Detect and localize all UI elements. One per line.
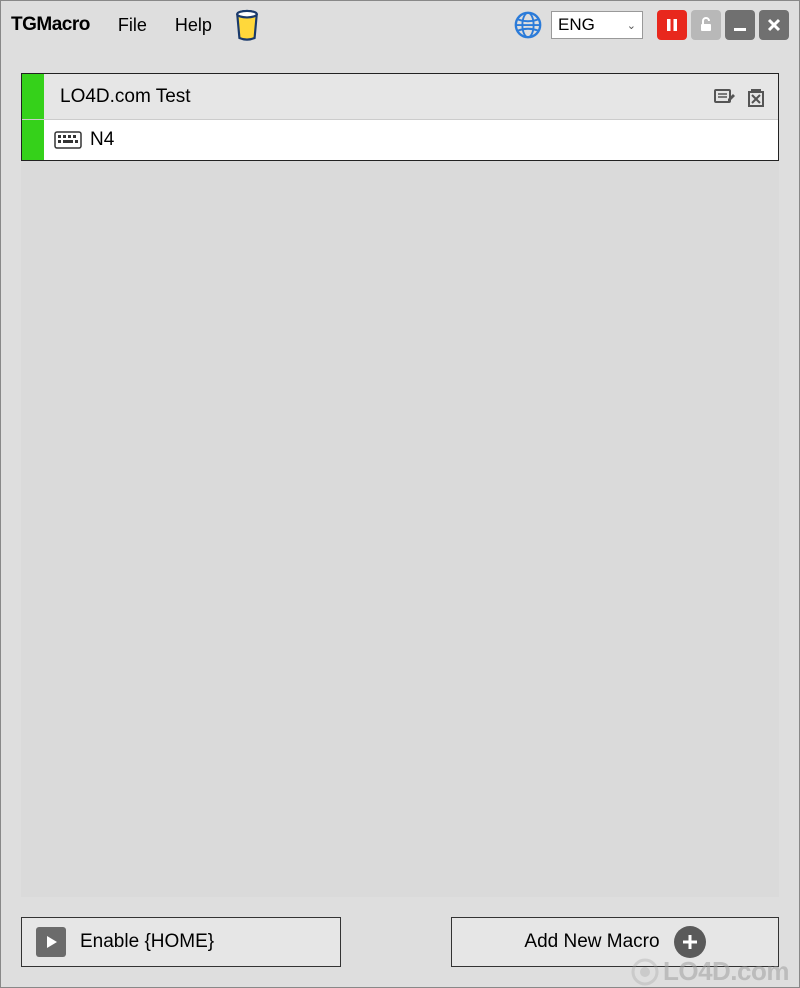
macro-header[interactable]: LO4D.com Test — [22, 74, 778, 120]
macro-title: LO4D.com Test — [60, 86, 712, 108]
add-macro-button[interactable]: Add New Macro — [451, 917, 779, 967]
lock-button[interactable] — [691, 10, 721, 40]
minimize-button[interactable] — [725, 10, 755, 40]
enable-label: Enable {HOME} — [80, 931, 214, 953]
macro-tools — [712, 85, 768, 109]
step-label: N4 — [90, 129, 114, 151]
plus-icon — [674, 926, 706, 958]
close-button[interactable] — [759, 10, 789, 40]
record-pause-button[interactable] — [657, 10, 687, 40]
donate-cup-icon[interactable] — [234, 8, 260, 42]
play-icon — [36, 927, 66, 957]
language-selected-label: ENG — [558, 15, 595, 35]
delete-macro-icon[interactable] — [744, 85, 768, 109]
menubar: TGMacro File Help ENG ⌄ — [1, 1, 799, 49]
macro-step[interactable]: N4 — [22, 120, 778, 160]
menu-help[interactable]: Help — [175, 15, 212, 36]
macro-color-stripe — [22, 74, 44, 119]
macro-box: LO4D.com Test N4 — [21, 73, 779, 161]
enable-button[interactable]: Enable {HOME} — [21, 917, 341, 967]
footer: Enable {HOME} Add New Macro — [21, 917, 779, 967]
globe-icon[interactable] — [513, 10, 543, 40]
menu-file[interactable]: File — [118, 15, 147, 36]
app-title: TGMacro — [11, 14, 90, 36]
edit-macro-icon[interactable] — [712, 85, 736, 109]
app-window: TGMacro File Help ENG ⌄ — [0, 0, 800, 988]
main-area: LO4D.com Test N4 — [21, 73, 779, 897]
step-color-stripe — [22, 120, 44, 160]
language-select[interactable]: ENG ⌄ — [551, 11, 643, 39]
chevron-down-icon: ⌄ — [627, 19, 636, 32]
keyboard-icon — [54, 130, 82, 150]
add-macro-label: Add New Macro — [524, 931, 659, 953]
